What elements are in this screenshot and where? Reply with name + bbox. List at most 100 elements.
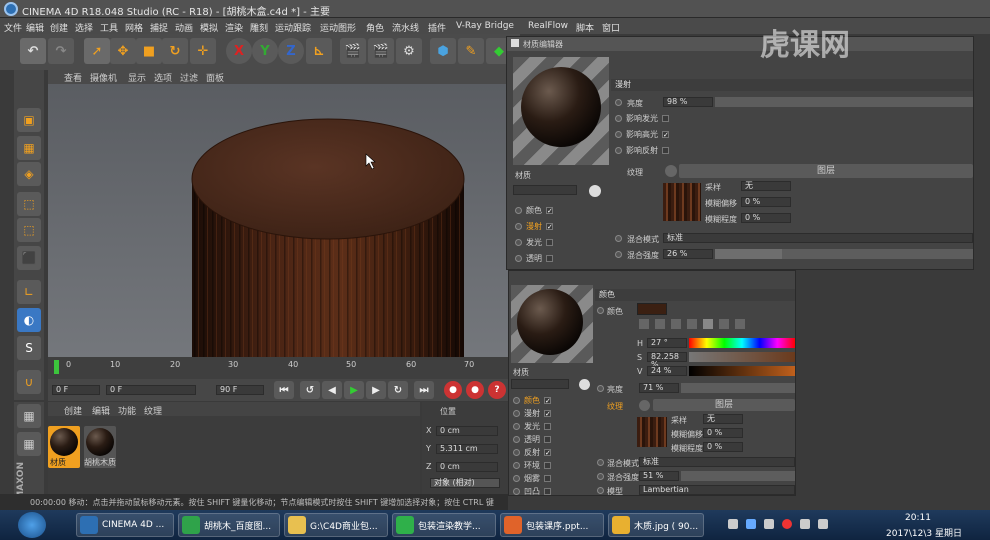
material-item[interactable]: 材质	[48, 426, 80, 468]
menu-create[interactable]: 创建	[50, 21, 68, 34]
go-to-start-icon[interactable]: ⏮	[274, 381, 294, 399]
menu-script[interactable]: 脚本	[576, 21, 594, 34]
keyframe-selection-icon[interactable]: ?	[488, 381, 506, 399]
texture-thumbnail[interactable]	[663, 183, 701, 221]
mix-strength-slider-2[interactable]	[681, 471, 795, 481]
menu-mograph[interactable]: 运动图形	[320, 21, 356, 34]
affect-reflection[interactable]: 影响反射	[615, 145, 669, 156]
pick-icon-2[interactable]	[579, 379, 590, 390]
brightness-slider[interactable]	[715, 97, 973, 107]
next-frame-icon[interactable]: ▶	[366, 381, 386, 399]
go-to-end-icon[interactable]: ⏭	[414, 381, 434, 399]
menu-mesh[interactable]: 网格	[125, 21, 143, 34]
mm-menu-edit[interactable]: 编辑	[92, 404, 110, 417]
render-picture-viewer-icon[interactable]: 🎬	[368, 38, 394, 64]
rgb-mode-icon[interactable]	[687, 319, 697, 329]
channel-diffusion[interactable]: 漫射 ✓	[515, 221, 553, 232]
menu-tools[interactable]: 工具	[100, 21, 118, 34]
tray-icon[interactable]	[764, 519, 774, 529]
viewport-menu-options[interactable]: 选项	[154, 71, 172, 84]
mouse-icon[interactable]: ◐	[17, 308, 41, 332]
value-field[interactable]: 24 %	[647, 366, 687, 376]
layer-button[interactable]: 图层	[679, 164, 973, 178]
menu-pipeline[interactable]: 流水线	[392, 21, 419, 34]
tray-icon[interactable]	[728, 519, 738, 529]
menu-animate[interactable]: 动画	[175, 21, 193, 34]
mix-strength-slider[interactable]	[715, 249, 973, 259]
viewport-menu-camera[interactable]: 摄像机	[90, 71, 117, 84]
taskbar-item-wps[interactable]: 包装渲染教学...	[392, 513, 496, 537]
menu-realflow[interactable]: RealFlow	[528, 21, 568, 31]
menu-motion-tracking[interactable]: 运动跟踪	[275, 21, 311, 34]
menu-character[interactable]: 角色	[366, 21, 384, 34]
coords-mode-select[interactable]: 对象 (相对)	[430, 478, 500, 488]
taskbar-item-explorer[interactable]: G:\C4D商业包...	[284, 513, 388, 537]
color-swatch[interactable]	[637, 303, 667, 315]
points-mode-icon[interactable]: ⬚	[17, 192, 41, 216]
channel-diffusion-2[interactable]: 漫射 ✓	[513, 408, 551, 419]
hsv-mode-icon[interactable]	[703, 319, 713, 329]
tray-icon[interactable]	[782, 519, 792, 529]
mix-mode-select-2[interactable]: 标准	[639, 457, 795, 467]
hue-field[interactable]: 27 °	[647, 338, 687, 348]
select-cursor-icon[interactable]: ➚	[84, 38, 110, 64]
record-icon[interactable]: ●	[444, 381, 462, 399]
playhead[interactable]	[54, 360, 59, 374]
saturation-field[interactable]: 82.258 %	[647, 352, 687, 369]
sampling-select-2[interactable]: 无	[703, 414, 743, 424]
kelvin-mode-icon[interactable]	[719, 319, 729, 329]
texture-mode-icon[interactable]: ▦	[17, 136, 41, 160]
viewport-menu-filter[interactable]: 过滤	[180, 71, 198, 84]
blur-offset-field[interactable]: 0 %	[741, 197, 791, 207]
menu-window[interactable]: 窗口	[602, 21, 620, 34]
axis-mode-icon[interactable]: ∟	[17, 280, 41, 304]
edges-mode-icon[interactable]: ⬚	[17, 218, 41, 242]
auto-key-icon[interactable]: ●	[466, 381, 484, 399]
grid-icon[interactable]: ▦	[17, 404, 41, 428]
next-key-icon[interactable]: ↻	[388, 381, 408, 399]
material-name-field[interactable]	[513, 185, 577, 195]
sampling-select[interactable]: 无	[741, 181, 791, 191]
mm-menu-texture[interactable]: 纹理	[144, 404, 162, 417]
coord-y-field[interactable]: 5.311 cm	[436, 444, 498, 454]
menu-plugins[interactable]: 插件	[428, 21, 446, 34]
channel-luminance[interactable]: 发光	[515, 237, 553, 248]
channel-color-2[interactable]: 颜色 ✓	[513, 395, 551, 406]
cube-icon[interactable]: ⬢	[430, 38, 456, 64]
channel-color[interactable]: 颜色 ✓	[515, 205, 553, 216]
menu-select[interactable]: 选择	[75, 21, 93, 34]
material-preview-2[interactable]	[511, 285, 593, 363]
texture-thumbnail-2[interactable]	[637, 417, 667, 447]
channel-environment-2[interactable]: 环境	[513, 460, 551, 471]
coord-x-field[interactable]: 0 cm	[436, 426, 498, 436]
redo-icon[interactable]: ↷	[48, 38, 74, 64]
texture-arrow-icon-2[interactable]	[639, 400, 650, 411]
taskbar-item-ppt[interactable]: 包装课序.ppt...	[500, 513, 604, 537]
blur-scale-field[interactable]: 0 %	[741, 213, 791, 223]
undo-icon[interactable]: ↶	[20, 38, 46, 64]
menu-sculpt[interactable]: 雕刻	[250, 21, 268, 34]
channel-reflection-2[interactable]: 反射 ✓	[513, 447, 551, 458]
blur-offset-field-2[interactable]: 0 %	[703, 428, 743, 438]
color-wheel-icon[interactable]	[639, 319, 649, 329]
coordinate-system-icon[interactable]: ⊾	[306, 38, 332, 64]
mm-menu-create[interactable]: 创建	[64, 404, 82, 417]
hue-slider[interactable]	[689, 338, 795, 348]
live-select-icon[interactable]: ✛	[190, 38, 216, 64]
affect-specular[interactable]: 影响高光 ✓	[615, 129, 669, 140]
pen-icon[interactable]: ✎	[458, 38, 484, 64]
taskbar-item-browser[interactable]: 胡桃木_百度图...	[178, 513, 280, 537]
model-mode-icon[interactable]: ▣	[17, 108, 41, 132]
rotate-icon[interactable]: ↻	[162, 38, 188, 64]
menu-snap[interactable]: 捕捉	[150, 21, 168, 34]
texture-arrow-icon[interactable]	[665, 165, 677, 177]
affect-luminance[interactable]: 影响发光	[615, 113, 669, 124]
pick-icon[interactable]	[589, 185, 601, 197]
brightness-slider-2[interactable]	[681, 383, 795, 393]
saturation-slider[interactable]	[689, 352, 795, 362]
taskbar-item-cinema4d[interactable]: CINEMA 4D ...	[76, 513, 174, 537]
min-frame-field[interactable]: 0 F	[106, 385, 196, 395]
grid-lock-icon[interactable]: ▦	[17, 432, 41, 456]
previous-frame-icon[interactable]: ◀	[322, 381, 342, 399]
x-axis-icon[interactable]: X	[226, 38, 252, 64]
